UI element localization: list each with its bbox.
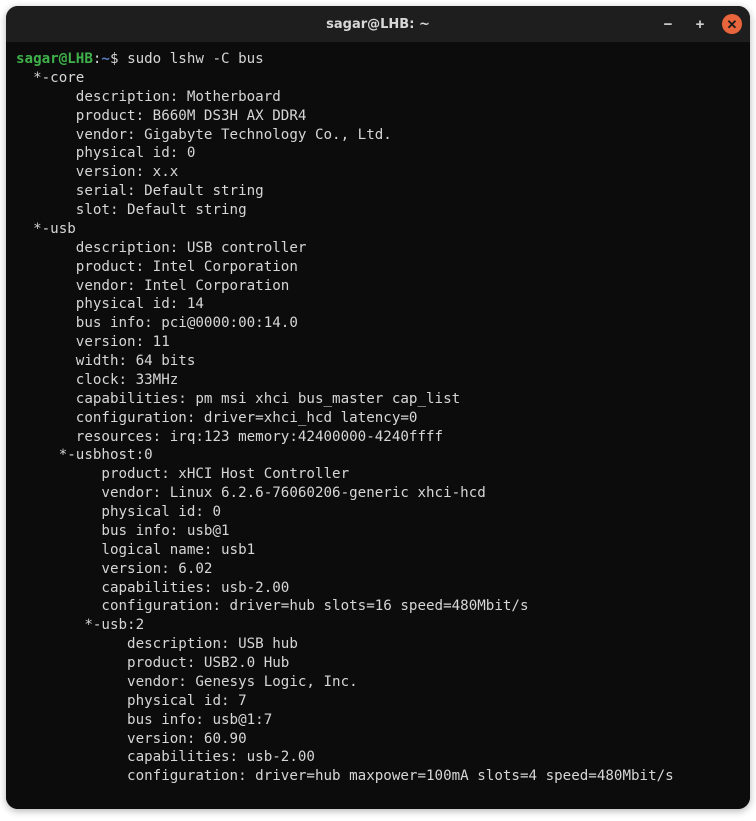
- output-line: version: 6.02: [16, 560, 740, 579]
- output-line: vendor: Linux 6.2.6-76060206-generic xhc…: [16, 484, 740, 503]
- prompt-path: ~: [101, 51, 110, 67]
- minimize-button[interactable]: −: [658, 14, 678, 34]
- output-line: vendor: Intel Corporation: [16, 277, 740, 296]
- terminal-body[interactable]: sagar@LHB:~$ sudo lshw -C bus *-core des…: [6, 42, 750, 809]
- output-line: product: B660M DS3H AX DDR4: [16, 107, 740, 126]
- window-controls: − + ✕: [658, 14, 742, 34]
- output-line: resources: irq:123 memory:42400000-4240f…: [16, 428, 740, 447]
- output-line: configuration: driver=hub maxpower=100mA…: [16, 767, 740, 786]
- output-line: version: 60.90: [16, 730, 740, 749]
- output-line: clock: 33MHz: [16, 371, 740, 390]
- output-line: vendor: Genesys Logic, Inc.: [16, 673, 740, 692]
- output-line: physical id: 7: [16, 692, 740, 711]
- output-line: physical id: 0: [16, 144, 740, 163]
- output-line: capabilities: usb-2.00: [16, 579, 740, 598]
- output-line: physical id: 0: [16, 503, 740, 522]
- output-line: *-usb:2: [16, 616, 740, 635]
- output-line: *-core: [16, 69, 740, 88]
- output-line: product: Intel Corporation: [16, 258, 740, 277]
- output-line: bus info: pci@0000:00:14.0: [16, 314, 740, 333]
- prompt-dollar: $: [110, 51, 127, 67]
- output-line: capabilities: pm msi xhci bus_master cap…: [16, 390, 740, 409]
- output-line: description: Motherboard: [16, 88, 740, 107]
- output-line: capabilities: usb-2.00: [16, 748, 740, 767]
- command-text: sudo lshw -C bus: [127, 51, 264, 67]
- output-line: physical id: 14: [16, 295, 740, 314]
- output-line: slot: Default string: [16, 201, 740, 220]
- output-line: product: xHCI Host Controller: [16, 465, 740, 484]
- output-line: vendor: Gigabyte Technology Co., Ltd.: [16, 126, 740, 145]
- terminal-window: sagar@LHB: ~ − + ✕ sagar@LHB:~$ sudo lsh…: [6, 6, 750, 809]
- output-line: logical name: usb1: [16, 541, 740, 560]
- output-line: bus info: usb@1:7: [16, 711, 740, 730]
- close-button[interactable]: ✕: [722, 14, 742, 34]
- output-line: bus info: usb@1: [16, 522, 740, 541]
- command-output: *-core description: Motherboard product:…: [16, 69, 740, 786]
- output-line: serial: Default string: [16, 182, 740, 201]
- titlebar: sagar@LHB: ~ − + ✕: [6, 6, 750, 42]
- prompt-line: sagar@LHB:~$ sudo lshw -C bus: [16, 50, 740, 69]
- output-line: version: x.x: [16, 163, 740, 182]
- output-line: description: USB controller: [16, 239, 740, 258]
- output-line: width: 64 bits: [16, 352, 740, 371]
- output-line: configuration: driver=hub slots=16 speed…: [16, 597, 740, 616]
- window-title: sagar@LHB: ~: [326, 17, 430, 32]
- maximize-button[interactable]: +: [690, 14, 710, 34]
- output-line: description: USB hub: [16, 635, 740, 654]
- output-line: product: USB2.0 Hub: [16, 654, 740, 673]
- output-line: version: 11: [16, 333, 740, 352]
- output-line: *-usb: [16, 220, 740, 239]
- output-line: *-usbhost:0: [16, 446, 740, 465]
- prompt-user-host: sagar@LHB: [16, 51, 93, 67]
- output-line: configuration: driver=xhci_hcd latency=0: [16, 409, 740, 428]
